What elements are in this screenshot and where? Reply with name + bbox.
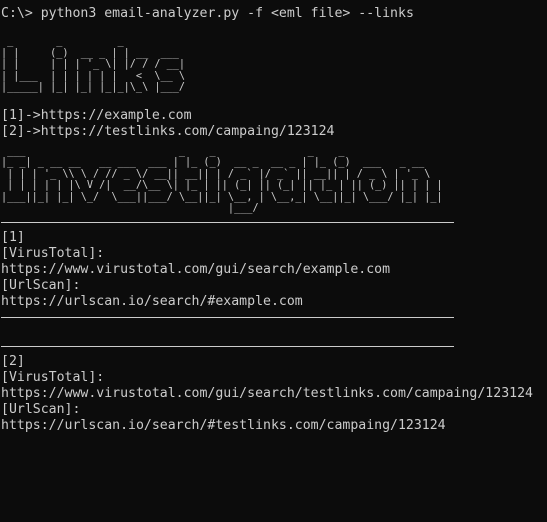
command-text: python3 email-analyzer.py -f <eml file> … <box>40 6 414 21</box>
urlscan-url[interactable]: https://urlscan.io/search/#example.com <box>1 294 547 310</box>
command-line: C:\> python3 email-analyzer.py -f <eml f… <box>1 6 547 22</box>
result-index: [1] <box>1 229 25 245</box>
link-item: [1]->https://example.com <box>1 107 192 123</box>
virustotal-label: [VirusTotal]: <box>1 369 105 385</box>
virustotal-label: [VirusTotal]: <box>1 245 105 261</box>
terminal-window[interactable]: C:\> python3 email-analyzer.py -f <eml f… <box>0 0 547 522</box>
investigation-ascii-banner: ___ _ _ _ _ |_ _| _ __ __ __ ___ ___ | |… <box>1 145 443 215</box>
result-block: [2] [VirusTotal]: https://www.virustotal… <box>1 354 547 434</box>
section-divider <box>1 221 454 223</box>
virustotal-url[interactable]: https://www.virustotal.com/gui/search/te… <box>1 386 547 402</box>
result-block: [1] [VirusTotal]: https://www.virustotal… <box>1 230 547 310</box>
result-index: [2] <box>1 353 25 369</box>
section-divider <box>1 345 454 347</box>
virustotal-url[interactable]: https://www.virustotal.com/gui/search/ex… <box>1 262 547 278</box>
urlscan-url[interactable]: https://urlscan.io/search/#testlinks.com… <box>1 418 547 434</box>
link-item: [2]->https://testlinks.com/campaing/1231… <box>1 123 335 139</box>
urlscan-label: [UrlScan]: <box>1 277 81 293</box>
prompt: C:\> <box>1 6 33 21</box>
links-ascii-banner: _ _ _ | | (_) __ _ | | __ ___ | | | | | … <box>1 36 186 93</box>
urlscan-label: [UrlScan]: <box>1 401 81 417</box>
section-divider <box>1 316 454 318</box>
